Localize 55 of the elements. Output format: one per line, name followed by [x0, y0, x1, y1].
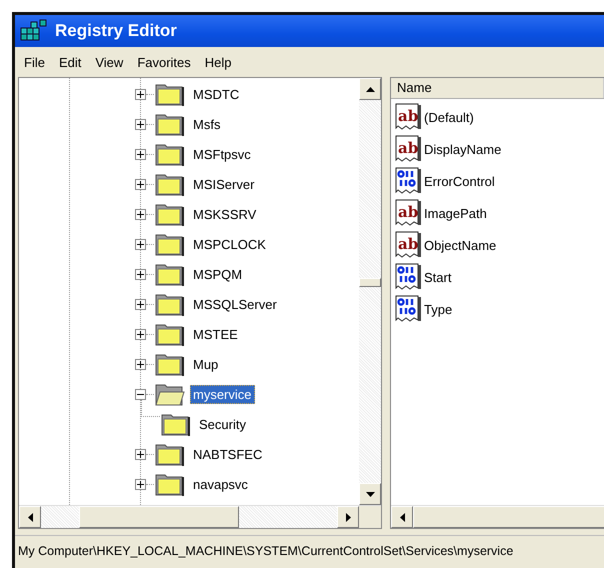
registry-path: My Computer\HKEY_LOCAL_MACHINE\SYSTEM\CurrentControlSet\Services\myservice: [18, 544, 514, 558]
scroll-right-icon[interactable]: [337, 506, 359, 528]
horizontal-scrollbar[interactable]: [19, 505, 381, 528]
scroll-thumb[interactable]: [79, 506, 239, 528]
scrollbar-corner: [359, 506, 381, 528]
tree-item[interactable]: MSPQM: [190, 264, 246, 284]
value-name[interactable]: DisplayName: [424, 142, 502, 156]
tree-item[interactable]: MSSQLServer: [190, 294, 280, 314]
scroll-down-icon[interactable]: [359, 483, 381, 505]
expand-icon[interactable]: [135, 358, 146, 370]
tree-item[interactable]: MSKSSRV: [190, 204, 260, 224]
menu-item[interactable]: File: [17, 52, 52, 72]
scroll-up-icon[interactable]: [359, 78, 381, 100]
collapse-icon[interactable]: [135, 388, 146, 400]
menu-item[interactable]: Favorites: [130, 52, 198, 72]
column-header[interactable]: Name: [391, 78, 604, 98]
tree-item[interactable]: Mup: [190, 354, 222, 374]
tree-item[interactable]: MSFtpsvc: [190, 144, 254, 164]
tree-item[interactable]: MSDTC: [190, 84, 242, 104]
tree-item[interactable]: MSPCLOCK: [190, 234, 269, 254]
value-name[interactable]: ImagePath: [424, 206, 487, 220]
expand-icon[interactable]: [135, 118, 146, 130]
expand-icon[interactable]: [135, 208, 146, 220]
scroll-thumb[interactable]: [413, 506, 604, 528]
expand-icon[interactable]: [135, 178, 146, 190]
tree-item[interactable]: myservice: [190, 384, 255, 404]
menu-item[interactable]: View: [88, 52, 130, 72]
value-name[interactable]: Type: [424, 302, 452, 316]
expand-icon[interactable]: [135, 148, 146, 160]
value-name[interactable]: ErrorControl: [424, 174, 495, 188]
expand-icon[interactable]: [135, 298, 146, 310]
tree-item[interactable]: MSIServer: [190, 174, 258, 194]
value-name[interactable]: Start: [424, 270, 452, 284]
expand-icon[interactable]: [135, 478, 146, 490]
scroll-left-icon[interactable]: [19, 506, 41, 528]
binary-value-icon: [395, 295, 423, 323]
menu-item[interactable]: Help: [198, 52, 239, 72]
tree-item[interactable]: navapsvc: [190, 474, 251, 494]
tree-item[interactable]: NABTSFEC: [190, 444, 266, 464]
tree-item[interactable]: MSTEE: [190, 324, 241, 344]
window-title: Registry Editor: [55, 21, 177, 41]
expand-icon[interactable]: [135, 238, 146, 250]
value-name[interactable]: ObjectName: [424, 238, 496, 252]
expand-icon[interactable]: [135, 268, 146, 280]
binary-value-icon: [395, 167, 423, 195]
expand-icon[interactable]: [135, 448, 146, 460]
expand-icon[interactable]: [135, 328, 146, 340]
value-name[interactable]: (Default): [424, 110, 474, 124]
tree-item[interactable]: Msfs: [190, 114, 224, 134]
menu-item[interactable]: Edit: [52, 52, 88, 72]
binary-value-icon: [395, 263, 423, 291]
scroll-left-icon[interactable]: [391, 506, 413, 528]
expand-icon[interactable]: [135, 88, 146, 100]
scroll-thumb[interactable]: [359, 278, 381, 287]
tree-item[interactable]: Security: [196, 414, 249, 434]
